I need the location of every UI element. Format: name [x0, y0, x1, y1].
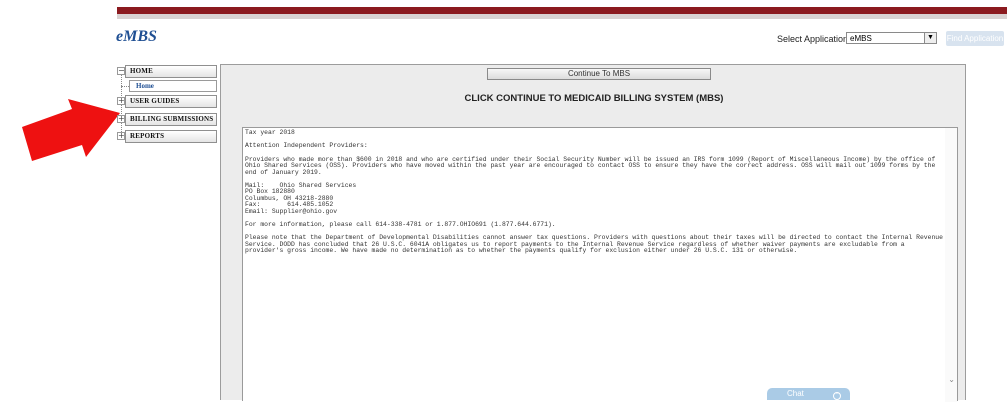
nav-item-billing-submissions[interactable]: BILLING SUBMISSIONS: [125, 113, 217, 126]
nav-item-reports[interactable]: REPORTS: [125, 130, 217, 143]
tree-line: [121, 86, 129, 87]
expand-icon[interactable]: +: [117, 132, 125, 140]
message-paragraph: Please note that the Department of Devel…: [245, 234, 943, 255]
message-content: Tax year 2018 Attention Independent Prov…: [245, 129, 945, 255]
main-panel: Continue To MBS CLICK CONTINUE TO MEDICA…: [220, 64, 966, 402]
page-heading: CLICK CONTINUE TO MEDICAID BILLING SYSTE…: [464, 93, 724, 104]
chevron-down-icon[interactable]: ⌄: [948, 375, 955, 384]
tree-line: [121, 72, 122, 138]
nav-item-user-guides[interactable]: USER GUIDES: [125, 95, 217, 108]
nav-item-home[interactable]: HOME: [125, 65, 217, 78]
collapse-icon[interactable]: −: [117, 67, 125, 75]
find-application-button[interactable]: Find Application: [946, 31, 1004, 46]
expand-icon[interactable]: +: [117, 115, 125, 123]
top-banner-bar: [117, 7, 1007, 14]
red-arrow-icon: [22, 99, 120, 161]
app-logo: eMBS: [116, 28, 157, 45]
scrollbar[interactable]: ⌄: [945, 128, 957, 402]
top-banner-shade: [117, 14, 1007, 19]
chevron-down-icon[interactable]: ▼: [924, 32, 937, 44]
chevron-up-icon[interactable]: ^: [833, 392, 841, 400]
message-paragraph: Providers who made more than $600 in 201…: [245, 155, 936, 176]
nav-subitem-home[interactable]: Home: [129, 80, 217, 92]
continue-to-mbs-button[interactable]: Continue To MBS: [487, 68, 711, 80]
select-application-dropdown[interactable]: eMBS: [846, 32, 936, 44]
select-application-label: Select Application: [777, 34, 849, 44]
message-textarea[interactable]: Tax year 2018 Attention Independent Prov…: [242, 127, 958, 402]
expand-icon[interactable]: +: [117, 97, 125, 105]
